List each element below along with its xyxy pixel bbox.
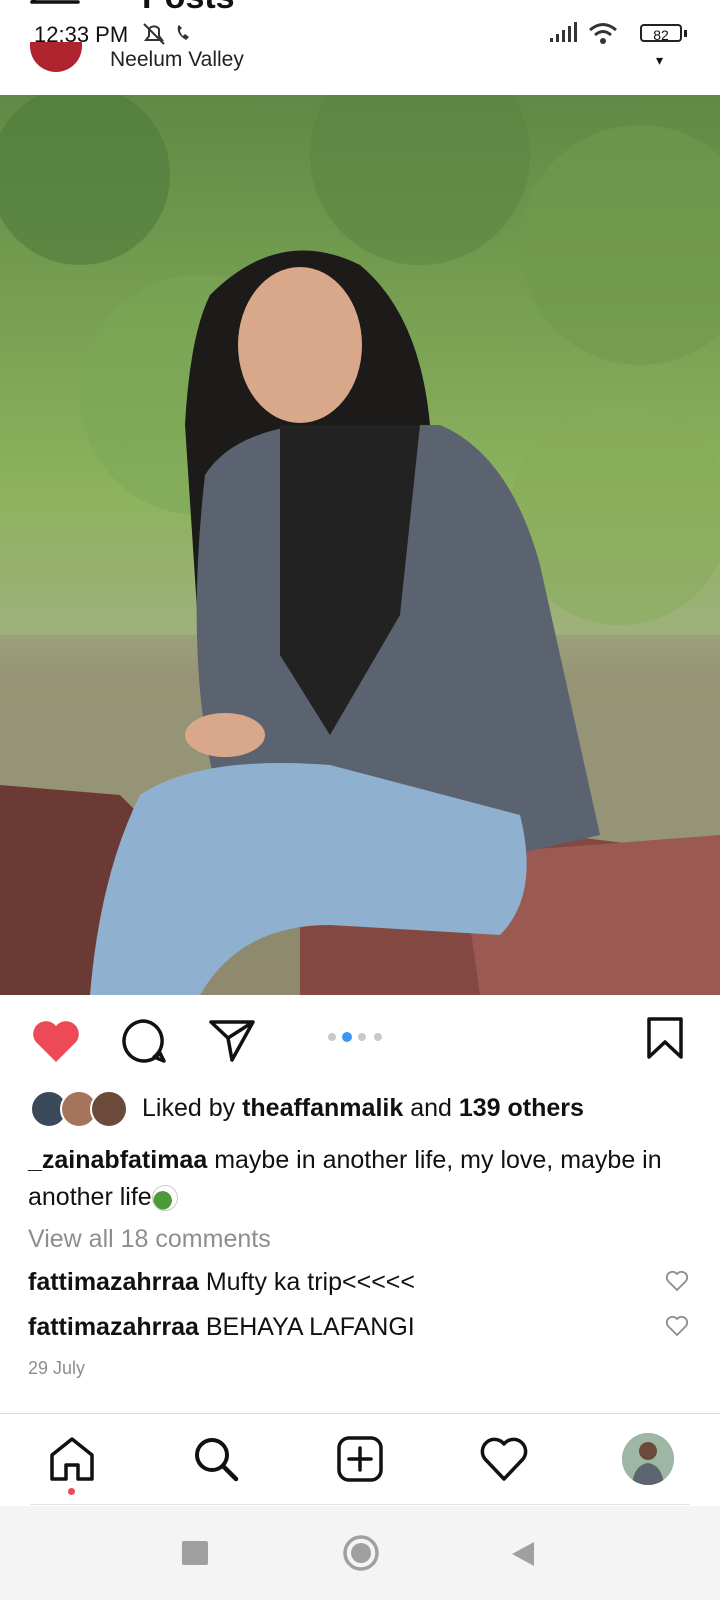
muted-bell-icon	[143, 23, 165, 45]
back-triangle-icon[interactable]	[508, 1540, 536, 1568]
liked-by-user[interactable]: theaffanmalik	[242, 1094, 403, 1122]
more-options-icon[interactable]: ▾	[656, 52, 663, 69]
post-location[interactable]: Neelum Valley	[110, 48, 244, 72]
battery-indicator: 82	[640, 24, 682, 43]
comment-text: Mufty ka trip<<<<<	[205, 1268, 416, 1296]
liker-avatars[interactable]	[30, 1090, 130, 1128]
home-notification-dot	[68, 1488, 75, 1495]
post-author-avatar[interactable]	[30, 42, 82, 72]
comment-row: fattimazahrraa BEHAYA LAFANGI	[28, 1313, 415, 1342]
leaf-emoji-icon	[151, 1185, 178, 1212]
caption-username[interactable]: _zainabfatimaa	[28, 1146, 207, 1174]
battery-tip	[684, 30, 687, 37]
bookmark-icon[interactable]	[646, 1016, 684, 1060]
post-photo[interactable]	[0, 95, 720, 995]
home-icon[interactable]	[48, 1435, 96, 1483]
post-caption: _zainabfatimaa maybe in another life, my…	[28, 1142, 708, 1216]
liked-by-conjunction: and	[410, 1094, 452, 1122]
profile-avatar[interactable]	[622, 1433, 674, 1485]
liked-by-text[interactable]: Liked by theaffanmalik and 139 others	[142, 1094, 584, 1123]
carousel-dot	[358, 1033, 366, 1041]
comment-icon[interactable]	[120, 1017, 168, 1065]
profile-photo	[622, 1433, 674, 1485]
carousel-dot-active	[342, 1032, 352, 1042]
view-all-comments-link[interactable]: View all 18 comments	[28, 1225, 271, 1254]
page-title: Posts	[142, 0, 235, 17]
comment-like-icon[interactable]	[665, 1270, 689, 1292]
home-circle-icon[interactable]	[342, 1534, 380, 1572]
nav-divider	[0, 1413, 720, 1414]
post-photo-illustration	[0, 95, 720, 995]
status-notification-icons	[143, 23, 189, 45]
carousel-dot	[374, 1033, 382, 1041]
liked-by-others[interactable]: 139 others	[459, 1094, 584, 1122]
liked-by-prefix: Liked by	[142, 1094, 236, 1122]
share-icon[interactable]	[208, 1018, 256, 1062]
create-icon[interactable]	[336, 1435, 384, 1483]
back-arrow-icon[interactable]	[30, 0, 82, 14]
phone-icon	[177, 25, 189, 40]
recents-icon[interactable]	[182, 1541, 208, 1565]
post-date: 29 July	[28, 1358, 86, 1378]
comment-username[interactable]: fattimazahrraa	[28, 1313, 199, 1341]
comment-text: BEHAYA LAFANGI	[205, 1313, 415, 1341]
avatar	[90, 1090, 128, 1128]
carousel-dot	[328, 1033, 336, 1041]
comment-like-icon[interactable]	[665, 1315, 689, 1337]
activity-heart-icon[interactable]	[480, 1435, 528, 1483]
signal-icon	[550, 22, 577, 42]
comment-username[interactable]: fattimazahrraa	[28, 1268, 199, 1296]
nav-bottom-divider	[30, 1504, 690, 1505]
heart-filled-icon[interactable]	[30, 1018, 82, 1064]
search-icon[interactable]	[192, 1435, 240, 1483]
status-right-icons	[550, 22, 617, 44]
comment-row: fattimazahrraa Mufty ka trip<<<<<	[28, 1268, 415, 1297]
wifi-icon	[589, 23, 617, 44]
